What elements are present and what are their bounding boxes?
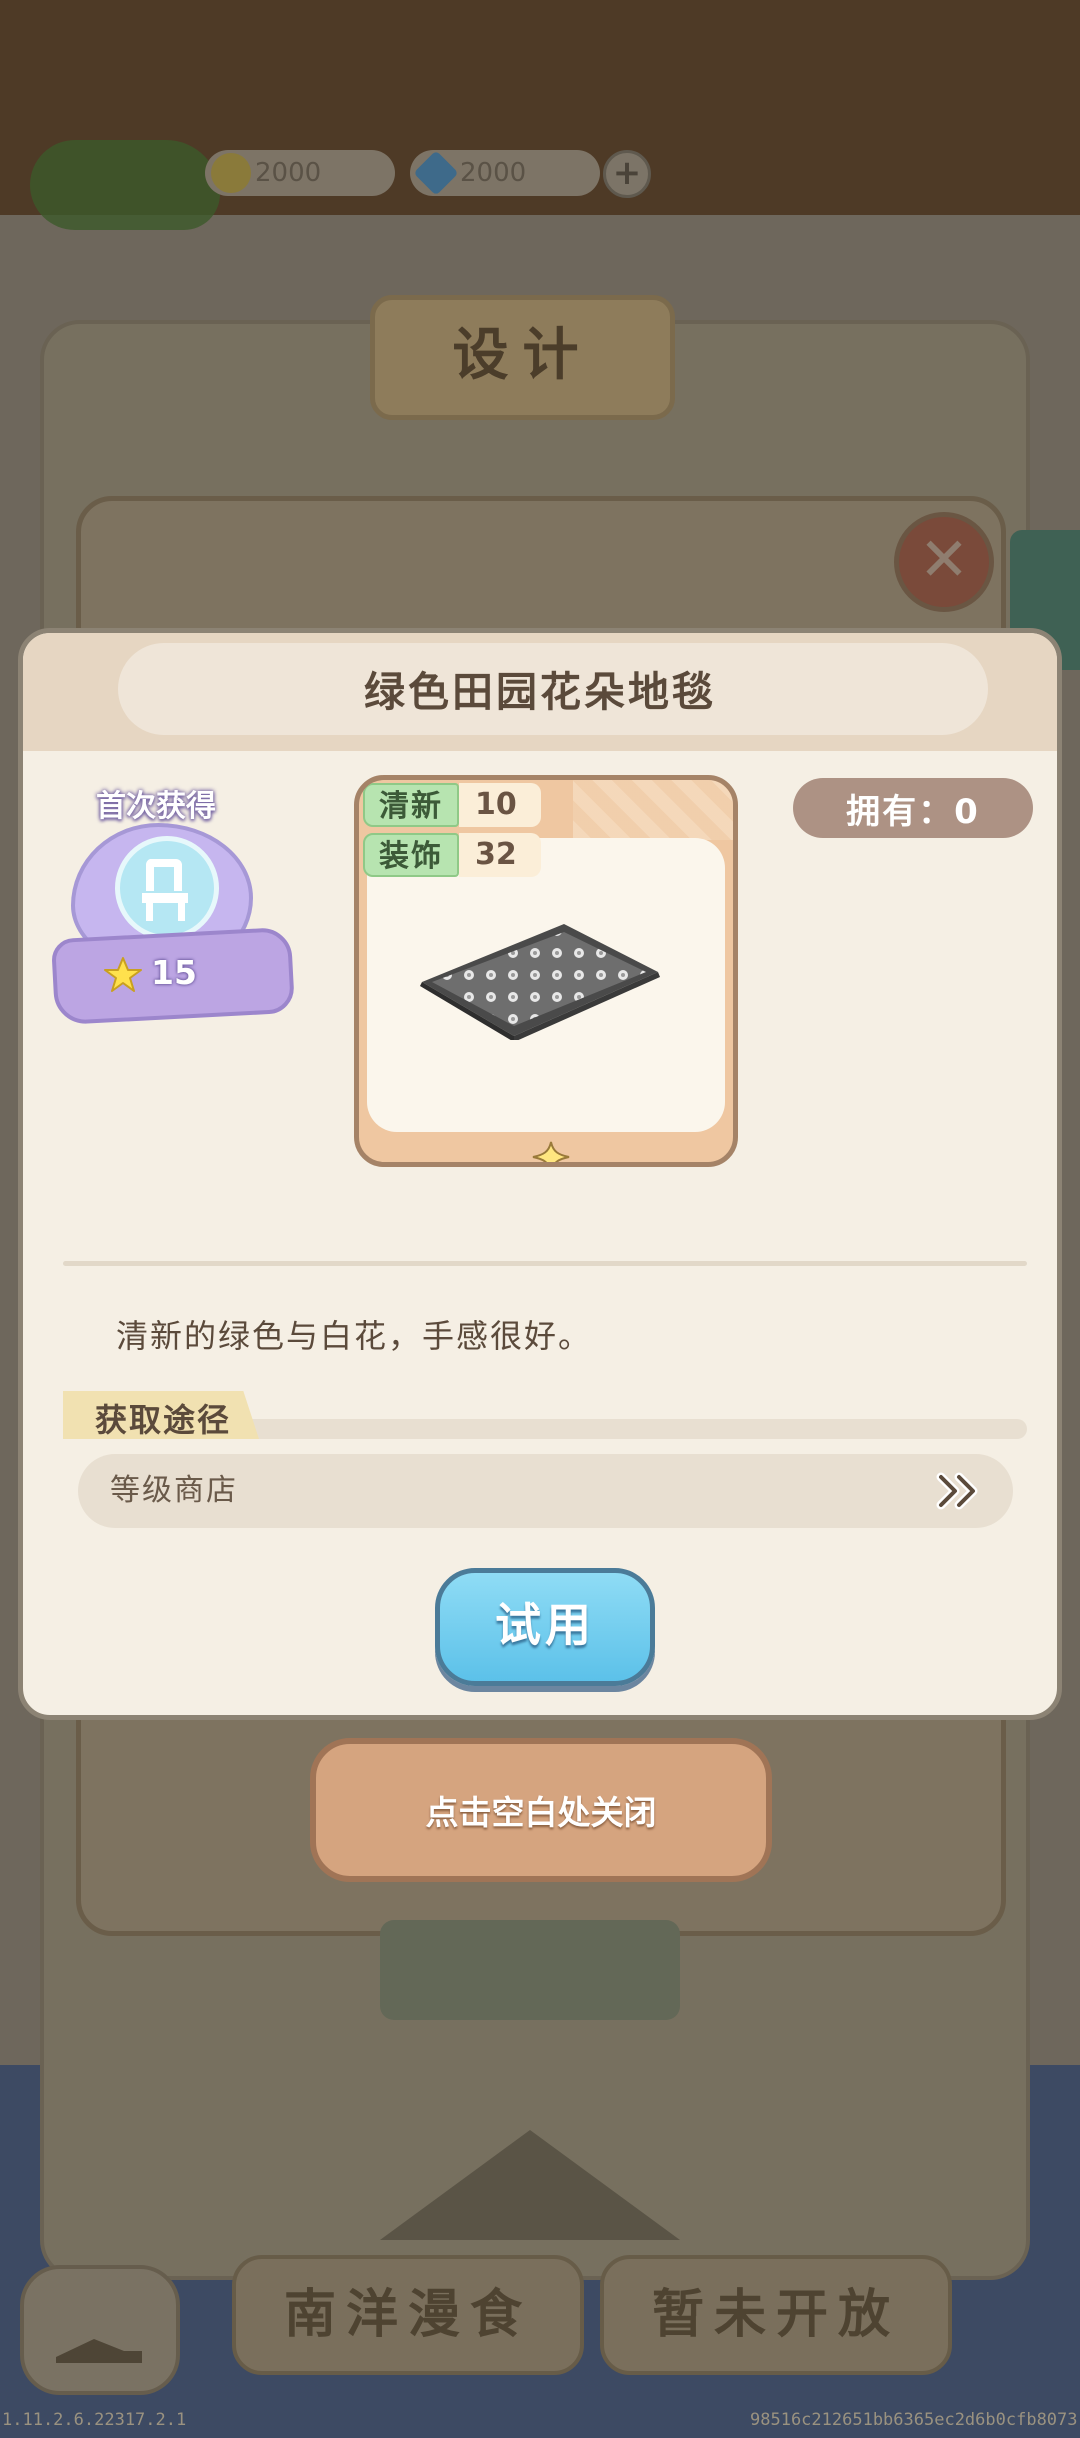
close-hint-button[interactable]: 点击空白处关闭 bbox=[310, 1738, 772, 1882]
tab-nanyang-food[interactable]: 南洋漫食 bbox=[232, 2255, 584, 2375]
design-tab[interactable]: 设计 bbox=[370, 295, 675, 420]
item-description: 清新的绿色与白花，手感很好。 bbox=[116, 1317, 593, 1355]
source-item-label: 等级商店 bbox=[110, 1473, 238, 1508]
diamond-icon bbox=[413, 150, 459, 196]
stat-freshness: 清新 10 bbox=[363, 783, 541, 827]
sparkle-icon bbox=[532, 1141, 570, 1162]
item-detail-popup: 绿色田园花朵地毯 拥有：0 首次获得 15 清新 10 装饰 32 清新的绿色与… bbox=[18, 628, 1062, 1720]
shoe-icon bbox=[56, 2339, 142, 2363]
tab-not-open[interactable]: 暂未开放 bbox=[600, 2255, 952, 2375]
map-node bbox=[380, 1920, 680, 2020]
double-chevron-right-icon[interactable] bbox=[933, 1471, 985, 1511]
owned-count: 拥有：0 bbox=[846, 791, 980, 832]
coin-icon bbox=[211, 153, 251, 193]
coin-counter: 2000 bbox=[205, 150, 395, 196]
home-button[interactable] bbox=[20, 2265, 180, 2395]
tree-decoration bbox=[30, 140, 220, 230]
source-header-label: 获取途径 bbox=[95, 1401, 232, 1439]
stat-decoration: 装饰 32 bbox=[363, 833, 541, 877]
item-card: 清新 10 装饰 32 bbox=[354, 775, 738, 1167]
coin-count: 2000 bbox=[255, 158, 322, 188]
stat-value: 32 bbox=[459, 833, 541, 877]
source-item-level-shop[interactable]: 等级商店 bbox=[78, 1454, 1013, 1528]
stat-name: 装饰 bbox=[363, 833, 459, 877]
version-text: 1.11.2.6.22317.2.1 bbox=[2, 2410, 187, 2430]
try-button[interactable]: 试用 bbox=[435, 1568, 655, 1686]
background-close-icon[interactable]: ✕ bbox=[894, 512, 994, 612]
build-hash-text: 98516c212651bb6365ec2d6b0cfb8073 bbox=[750, 2410, 1078, 2430]
rug-item-image bbox=[420, 924, 660, 1040]
stat-name: 清新 bbox=[363, 783, 459, 827]
first-obtain-label: 首次获得 bbox=[96, 789, 216, 824]
star-icon bbox=[104, 957, 142, 992]
stat-value: 10 bbox=[459, 783, 541, 827]
card-pattern bbox=[573, 780, 733, 840]
add-diamond-button[interactable]: + bbox=[603, 150, 651, 198]
reward-count: 15 bbox=[151, 953, 197, 992]
divider bbox=[63, 1261, 1027, 1266]
owned-count-badge: 拥有：0 bbox=[793, 778, 1033, 838]
diamond-counter: 2000 bbox=[410, 150, 600, 196]
item-title: 绿色田园花朵地毯 bbox=[364, 668, 716, 716]
diamond-count: 2000 bbox=[460, 158, 527, 188]
chair-icon bbox=[115, 836, 219, 940]
close-hint-label: 点击空白处关闭 bbox=[425, 1793, 657, 1832]
